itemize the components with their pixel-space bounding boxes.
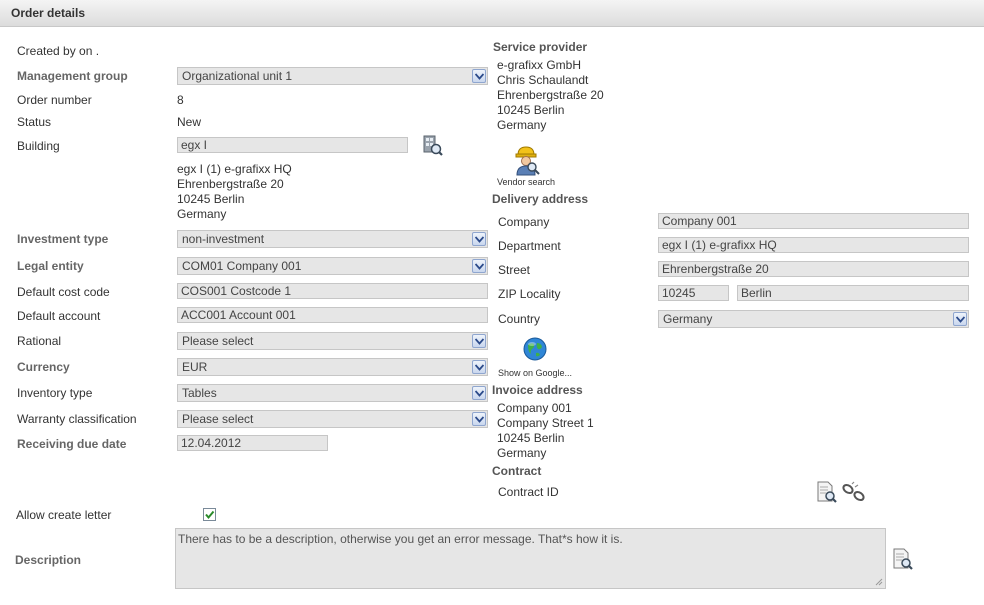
service-provider-line: e-grafixx GmbH xyxy=(497,58,582,72)
window-titlebar: Order details xyxy=(0,0,984,27)
country-select[interactable]: Germany xyxy=(658,310,969,328)
investment-type-select[interactable]: non-investment xyxy=(177,230,488,248)
management-group-label: Management group xyxy=(17,69,128,83)
building-address-line: Ehrenbergstraße 20 xyxy=(177,177,284,191)
service-provider-line: Germany xyxy=(497,118,547,132)
inventory-type-label: Inventory type xyxy=(17,386,93,400)
globe-icon[interactable] xyxy=(523,337,547,364)
country-value: Germany xyxy=(663,312,713,326)
rational-value: Please select xyxy=(182,334,254,348)
department-label: Department xyxy=(498,239,561,253)
zip-field[interactable]: 10245 xyxy=(658,285,729,301)
checkmark-icon xyxy=(205,510,215,520)
invoice-address-heading: Invoice address xyxy=(492,383,583,397)
investment-type-label: Investment type xyxy=(17,232,109,246)
company-label: Company xyxy=(498,215,550,229)
description-value: There has to be a description, otherwise… xyxy=(178,532,623,546)
chevron-down-icon[interactable] xyxy=(472,386,486,400)
order-number-value: 8 xyxy=(177,93,184,107)
investment-type-value: non-investment xyxy=(182,232,265,246)
rational-label: Rational xyxy=(17,334,62,348)
vendor-search-icon[interactable] xyxy=(511,144,541,179)
created-by-text: Created by on . xyxy=(17,44,100,58)
chevron-down-icon[interactable] xyxy=(953,312,967,326)
contract-id-label: Contract ID xyxy=(498,485,559,499)
chevron-down-icon[interactable] xyxy=(472,232,486,246)
currency-select[interactable]: EUR xyxy=(177,358,488,376)
unlink-icon[interactable] xyxy=(841,481,867,506)
invoice-address-line: Germany xyxy=(497,446,547,460)
service-provider-line: Chris Schaulandt xyxy=(497,73,589,87)
delivery-address-heading: Delivery address xyxy=(492,192,589,206)
default-account-label: Default account xyxy=(17,309,101,323)
status-value: New xyxy=(177,115,202,129)
inventory-type-value: Tables xyxy=(182,386,217,400)
contract-heading: Contract xyxy=(492,464,542,478)
chevron-down-icon[interactable] xyxy=(472,360,486,374)
management-group-select[interactable]: Organizational unit 1 xyxy=(177,67,488,85)
invoice-address-line: Company 001 xyxy=(497,401,572,415)
legal-entity-select[interactable]: COM01 Company 001 xyxy=(177,257,488,275)
management-group-value: Organizational unit 1 xyxy=(182,69,293,83)
building-address-line: 10245 Berlin xyxy=(177,192,245,206)
chevron-down-icon[interactable] xyxy=(472,412,486,426)
inventory-type-select[interactable]: Tables xyxy=(177,384,488,402)
warranty-classification-select[interactable]: Please select xyxy=(177,410,488,428)
zip-locality-label: ZIP Locality xyxy=(498,287,561,301)
default-cost-code-label: Default cost code xyxy=(17,285,110,299)
chevron-down-icon[interactable] xyxy=(472,69,486,83)
show-on-google-link[interactable]: Show on Google... xyxy=(498,368,572,378)
legal-entity-label: Legal entity xyxy=(17,259,84,273)
company-field[interactable]: Company 001 xyxy=(658,213,969,229)
default-account-field[interactable]: ACC001 Account 001 xyxy=(177,307,488,323)
allow-create-letter-label: Allow create letter xyxy=(16,508,112,522)
building-search-icon[interactable] xyxy=(420,133,444,160)
description-label: Description xyxy=(15,553,82,567)
vendor-search-link[interactable]: Vendor search xyxy=(497,177,555,187)
order-number-label: Order number xyxy=(17,93,92,107)
default-cost-code-field[interactable]: COS001 Costcode 1 xyxy=(177,283,488,299)
chevron-down-icon[interactable] xyxy=(472,334,486,348)
currency-label: Currency xyxy=(17,360,70,374)
window-title: Order details xyxy=(11,6,86,20)
currency-value: EUR xyxy=(182,360,208,374)
warranty-classification-label: Warranty classification xyxy=(17,412,137,426)
building-address-line: Germany xyxy=(177,207,227,221)
building-field[interactable]: egx I xyxy=(177,137,408,153)
legal-entity-value: COM01 Company 001 xyxy=(182,259,302,273)
invoice-address-line: Company Street 1 xyxy=(497,416,594,430)
building-label: Building xyxy=(17,139,60,153)
status-label: Status xyxy=(17,115,52,129)
description-textarea[interactable]: There has to be a description, otherwise… xyxy=(175,528,886,589)
document-search-icon[interactable] xyxy=(816,481,838,508)
rational-select[interactable]: Please select xyxy=(177,332,488,350)
street-field[interactable]: Ehrenbergstraße 20 xyxy=(658,261,969,277)
warranty-classification-value: Please select xyxy=(182,412,254,426)
service-provider-line: 10245 Berlin xyxy=(497,103,565,117)
invoice-address-line: 10245 Berlin xyxy=(497,431,565,445)
street-label: Street xyxy=(498,263,531,277)
allow-create-letter-checkbox[interactable] xyxy=(203,508,216,521)
country-label: Country xyxy=(498,312,541,326)
resize-grip-icon[interactable] xyxy=(873,576,883,586)
service-provider-heading: Service provider xyxy=(493,40,588,54)
document-search-icon[interactable] xyxy=(892,548,914,575)
receiving-due-date-field[interactable]: 12.04.2012 xyxy=(177,435,328,451)
locality-field[interactable]: Berlin xyxy=(737,285,969,301)
department-field[interactable]: egx I (1) e-grafixx HQ xyxy=(658,237,969,253)
service-provider-line: Ehrenbergstraße 20 xyxy=(497,88,604,102)
building-address-line: egx I (1) e-grafixx HQ xyxy=(177,162,292,176)
receiving-due-date-label: Receiving due date xyxy=(17,437,127,451)
chevron-down-icon[interactable] xyxy=(472,259,486,273)
